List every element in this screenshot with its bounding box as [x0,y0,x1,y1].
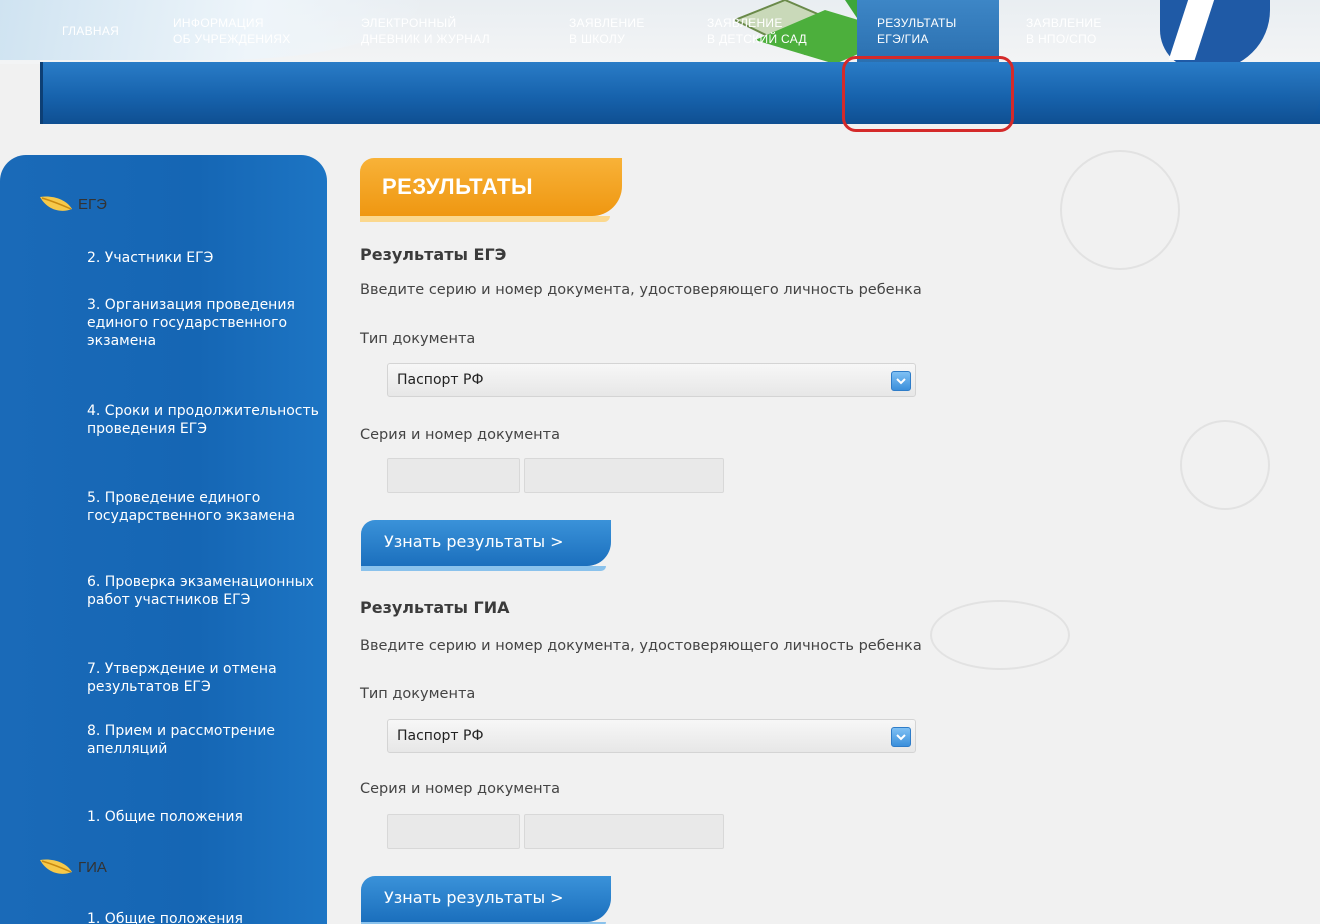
sidebar-section-label: ГИА [78,858,107,876]
nav-label-line2: В ДЕТСКИЙ САД [707,32,807,46]
nav-label-line2: ОБ УЧРЕЖДЕНИЯХ [173,32,291,46]
nav-label-line2: В ШКОЛУ [569,32,625,46]
sidebar-section-label: ЕГЭ [78,195,107,213]
gia-number-input[interactable] [524,814,724,849]
active-tab-highlight [842,56,1014,132]
nav-home-label: ГЛАВНАЯ [62,24,120,38]
nav-label-line2: ДНЕВНИК И ЖУРНАЛ [361,32,490,46]
ege-get-results-button[interactable]: Узнать результаты > [361,520,611,571]
ege-series-label: Серия и номер документа [360,427,560,443]
gia-series-label: Серия и номер документа [360,781,560,797]
ege-series-input[interactable] [387,458,520,493]
nav-label-line1: ЭЛЕКТРОННЫЙ [361,16,457,30]
main-navigation [40,62,1320,124]
sidebar-item-approval[interactable]: 7. Утверждение и отмена результатов ЕГЭ [87,660,322,696]
sidebar-item-conducting[interactable]: 5. Проведение единого государственного э… [87,489,322,525]
banner-figure [1160,0,1270,64]
chevron-down-icon[interactable] [891,371,911,391]
gia-doc-type-select[interactable]: Паспорт РФ [387,719,916,753]
gia-doc-type-value: Паспорт РФ [397,728,484,744]
background-doodle [1060,150,1180,270]
sidebar-section-ege[interactable]: ЕГЭ [38,193,107,215]
background-doodle [1180,420,1270,510]
nav-label-line2: ЕГЭ/ГИА [877,32,929,46]
nav-vocational-application[interactable]: ЗАЯВЛЕНИЕ В НПО/СПО [1026,0,1102,62]
nav-school-application[interactable]: ЗАЯВЛЕНИЕ В ШКОЛУ [569,0,645,62]
leaf-icon [40,859,72,874]
gia-doc-type-label: Тип документа [360,686,476,702]
nav-label-line1: ИНФОРМАЦИЯ [173,16,264,30]
background-doodle [930,600,1070,670]
gia-get-results-button[interactable]: Узнать результаты > [361,876,611,924]
sidebar-item-appeals[interactable]: 8. Прием и рассмотрение апелляций [87,722,322,758]
gia-results-title: Результаты ГИА [360,598,510,617]
sidebar-item-terms[interactable]: 4. Сроки и продолжительность проведения … [87,402,322,438]
nav-kindergarten-application[interactable]: ЗАЯВЛЕНИЕ В ДЕТСКИЙ САД [707,0,807,62]
nav-label-line1: РЕЗУЛЬТАТЫ [877,16,957,30]
nav-institutions-info[interactable]: ИНФОРМАЦИЯ ОБ УЧРЕЖДЕНИЯХ [173,0,291,62]
chevron-down-icon[interactable] [891,727,911,747]
nav-label-line1: ЗАЯВЛЕНИЕ [707,16,783,30]
sidebar-item-checking[interactable]: 6. Проверка экзаменационных работ участн… [87,573,322,609]
ege-results-title: Результаты ЕГЭ [360,245,507,264]
nav-home[interactable]: ГЛАВНАЯ [62,0,119,62]
ege-doc-type-value: Паспорт РФ [397,372,484,388]
gia-series-input[interactable] [387,814,520,849]
sidebar-section-gia[interactable]: ГИА [38,856,107,878]
ege-number-input[interactable] [524,458,724,493]
nav-label-line2: В НПО/СПО [1026,32,1097,46]
sidebar-item-participants[interactable]: 2. Участники ЕГЭ [87,249,322,267]
nav-electronic-diary[interactable]: ЭЛЕКТРОННЫЙ ДНЕВНИК И ЖУРНАЛ [361,0,490,62]
sidebar-item-organization[interactable]: 3. Организация проведения единого госуда… [87,296,322,350]
ege-doc-type-select[interactable]: Паспорт РФ [387,363,916,397]
sidebar-item-gia-general[interactable]: 1. Общие положения [87,910,322,924]
nav-label-line1: ЗАЯВЛЕНИЕ [1026,16,1102,30]
ege-doc-type-label: Тип документа [360,331,476,347]
ege-hint: Введите серию и номер документа, удостов… [360,282,922,298]
results-tab: РЕЗУЛЬТАТЫ [360,158,622,222]
sidebar-item-general[interactable]: 1. Общие положения [87,808,322,826]
nav-label-line1: ЗАЯВЛЕНИЕ [569,16,645,30]
leaf-icon [40,196,72,211]
gia-hint: Введите серию и номер документа, удостов… [360,638,922,654]
nav-exam-results[interactable]: РЕЗУЛЬТАТЫ ЕГЭ/ГИА [857,0,999,62]
